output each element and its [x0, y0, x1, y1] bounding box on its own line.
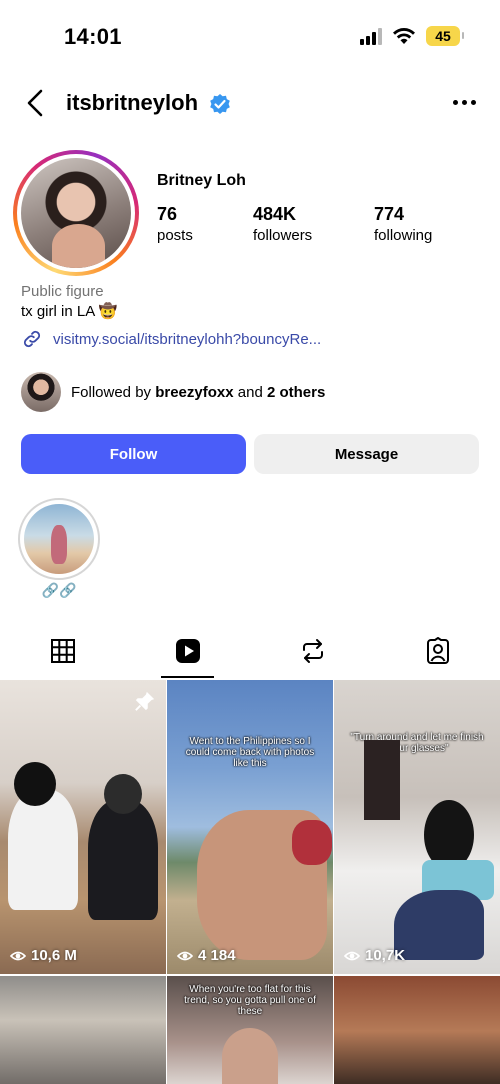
story-highlight-label: 🔗🔗 [41, 582, 77, 598]
signal-icon [360, 27, 382, 45]
battery-indicator: 45 [426, 26, 464, 46]
stat-followers[interactable]: 484K followers [253, 204, 312, 246]
reel-caption: Went to the Philippines so I could come … [185, 736, 315, 769]
reel-thumbnail[interactable]: When you're too flat for this trend, so … [167, 976, 333, 1084]
stat-following-label: following [374, 227, 433, 244]
followed-by-others: 2 others [266, 383, 326, 401]
header-username: itsbritneyloh [66, 90, 199, 115]
eye-icon [344, 951, 360, 960]
view-count: 4 184 [177, 947, 236, 964]
reel-thumbnail[interactable]: Went to the Philippines so I could come … [167, 680, 333, 974]
reel-thumbnail[interactable]: "Turn around and let me finish on ur gla… [334, 680, 500, 974]
tab-reels[interactable] [125, 624, 250, 678]
eye-icon [177, 951, 193, 960]
profile-avatar-story-ring[interactable] [13, 150, 139, 276]
message-button[interactable]: Message [254, 434, 479, 474]
link-icon [23, 330, 41, 348]
reel-thumbnail[interactable]: 10,6 M [0, 680, 166, 974]
follow-button[interactable]: Follow [21, 434, 246, 474]
view-count-text: 10,6 M [31, 947, 77, 964]
back-arrow-icon[interactable] [22, 88, 52, 118]
pin-icon [135, 691, 155, 711]
more-options-icon[interactable] [453, 100, 476, 105]
status-time: 14:01 [64, 24, 122, 49]
view-count: 10,6 M [10, 947, 77, 964]
follower-avatar [21, 372, 61, 412]
followed-by-row[interactable]: Followed by breezyfoxx and 2 others [21, 372, 325, 412]
story-highlight-cover [24, 504, 94, 574]
reels-grid: 10,6 M Went to the Philippines so I coul… [0, 680, 500, 1084]
verified-badge-icon [210, 94, 230, 114]
profile-category: Public figure [21, 283, 104, 300]
display-name: Britney Loh [157, 172, 246, 189]
stat-posts-label: posts [157, 227, 193, 244]
reel-thumbnail[interactable] [334, 976, 500, 1084]
reels-icon [175, 639, 200, 663]
profile-bio: tx girl in LA 🤠 [21, 303, 118, 320]
grid-icon [50, 639, 75, 663]
reel-caption: When you're too flat for this trend, so … [184, 984, 316, 1017]
story-highlight[interactable] [18, 498, 100, 580]
status-bar: 14:01 45 [0, 0, 500, 70]
profile-link-text: visitmy.social/itsbritneylohh?bouncyRe..… [53, 330, 322, 348]
tab-tagged[interactable] [375, 624, 500, 678]
stat-following[interactable]: 774 following [374, 204, 432, 246]
eye-icon [10, 951, 26, 960]
tagged-icon [426, 637, 449, 664]
stat-posts-count: 76 [157, 204, 178, 224]
stat-posts[interactable]: 76 posts [157, 204, 193, 246]
profile-tabs [0, 624, 500, 678]
wifi-icon [393, 28, 415, 44]
stat-following-count: 774 [374, 204, 405, 224]
followed-by-name: breezyfoxx [155, 383, 234, 401]
stat-followers-count: 484K [253, 204, 297, 224]
profile-avatar [21, 158, 131, 268]
profile-header: itsbritneyloh [0, 80, 500, 128]
followed-by-text: Followed by breezyfoxx and 2 others [71, 383, 326, 401]
view-count-text: 4 184 [198, 947, 236, 964]
stat-followers-label: followers [253, 227, 313, 244]
reel-thumbnail[interactable] [0, 976, 166, 1084]
tab-reposts[interactable] [250, 624, 375, 678]
tab-grid[interactable] [0, 624, 125, 678]
view-count-text: 10,7K [365, 947, 406, 964]
view-count: 10,7K [344, 947, 405, 964]
profile-link[interactable]: visitmy.social/itsbritneylohh?bouncyRe..… [21, 328, 321, 350]
repost-icon [302, 639, 323, 663]
status-icons: 45 [360, 26, 464, 46]
